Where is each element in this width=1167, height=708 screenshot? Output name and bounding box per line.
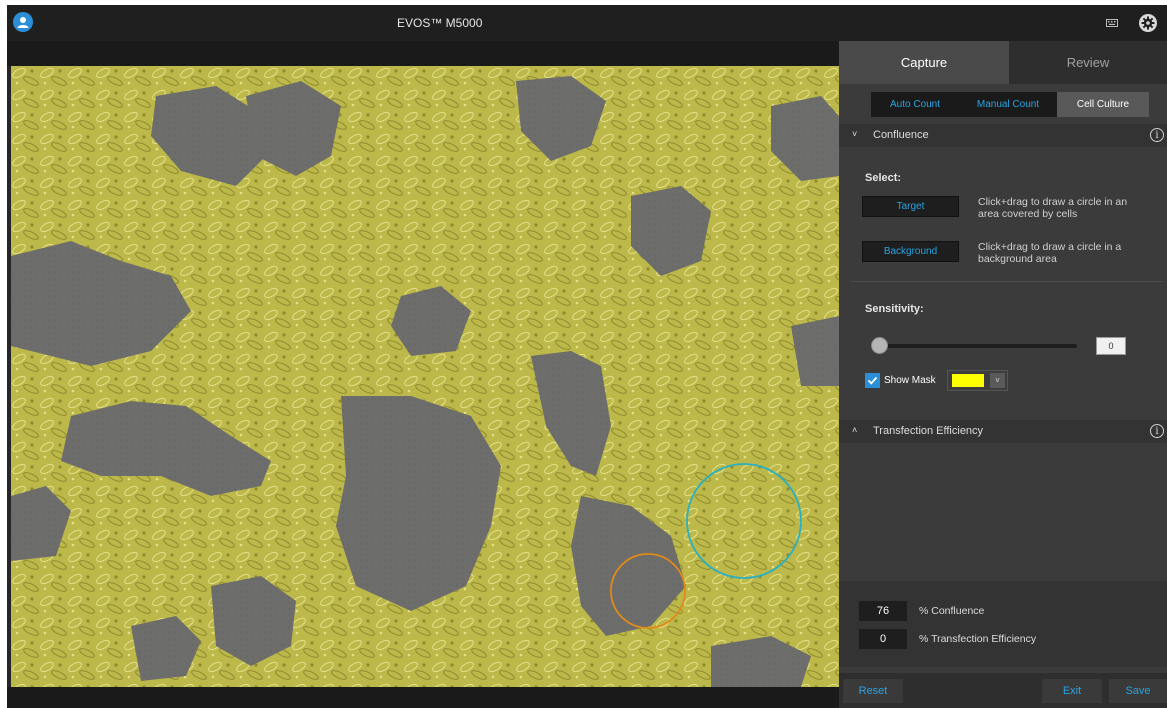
exit-button[interactable]: Exit (1042, 679, 1102, 703)
sensitivity-slider-thumb[interactable] (871, 337, 888, 354)
background-hint: Click+drag to draw a circle in a backgro… (978, 241, 1122, 265)
info-icon[interactable]: i (1150, 128, 1164, 142)
sensitivity-label: Sensitivity: (865, 303, 924, 315)
target-button[interactable]: Target (862, 196, 959, 217)
mask-color-picker[interactable]: ˅ (947, 370, 1008, 391)
confluence-section-header[interactable]: ˅ Confluence i (839, 124, 1167, 147)
show-mask-label: Show Mask (884, 375, 936, 386)
viewport-top-bar (7, 41, 839, 66)
section-divider (851, 281, 1163, 282)
transfection-result-value: 0 (859, 629, 907, 649)
chevron-down-icon[interactable]: ˅ (990, 373, 1005, 388)
app-title: EVOS™ M5000 (397, 16, 483, 30)
transfection-title: Transfection Efficiency (873, 425, 984, 437)
confluence-result-value: 76 (859, 601, 907, 621)
sensitivity-value[interactable]: 0 (1096, 337, 1126, 355)
checkmark-icon (866, 374, 879, 387)
save-button[interactable]: Save (1109, 679, 1167, 703)
transfection-section-header[interactable]: ˄ Transfection Efficiency i (839, 420, 1167, 443)
target-hint: Click+drag to draw a circle in an area c… (978, 196, 1128, 220)
main-tabs: Capture Review (839, 41, 1167, 84)
user-icon[interactable] (13, 12, 33, 32)
subtab-cell-culture[interactable]: Cell Culture (1057, 92, 1149, 117)
gear-icon[interactable] (1138, 13, 1158, 33)
info-icon[interactable]: i (1150, 424, 1164, 438)
transfection-result-label: % Transfection Efficiency (919, 633, 1037, 645)
chevron-up-icon[interactable]: ˄ (852, 425, 857, 435)
analysis-subtabs: Auto Count Manual Count Cell Culture (871, 92, 1149, 117)
evos-app-window: EVOS™ M5000 Capture Review Auto Count Ma… (7, 5, 1167, 708)
background-button[interactable]: Background (862, 241, 959, 262)
mask-color-swatch (952, 374, 984, 387)
sensitivity-slider-track[interactable] (879, 344, 1077, 348)
show-mask-checkbox[interactable] (865, 373, 880, 388)
control-panel: Capture Review Auto Count Manual Count C… (839, 41, 1167, 708)
subtab-manual-count[interactable]: Manual Count (959, 92, 1057, 117)
confluence-result-label: % Confluence (919, 605, 985, 617)
viewport-bottom-bar (7, 687, 839, 708)
tab-review[interactable]: Review (1009, 41, 1167, 84)
panel-footer: Reset Exit Save (839, 673, 1167, 708)
reset-button[interactable]: Reset (843, 679, 903, 703)
cell-image[interactable] (11, 66, 839, 687)
select-label: Select: (865, 172, 902, 184)
chevron-down-icon[interactable]: ˅ (852, 129, 857, 139)
keyboard-icon[interactable] (1106, 17, 1118, 29)
image-viewport (7, 41, 839, 708)
confluence-title: Confluence (873, 129, 929, 141)
title-bar: EVOS™ M5000 (7, 5, 1167, 41)
results-area: 76 % Confluence 0 % Transfection Efficie… (839, 581, 1167, 667)
subtab-auto-count[interactable]: Auto Count (871, 92, 959, 117)
tab-capture[interactable]: Capture (839, 41, 1009, 84)
